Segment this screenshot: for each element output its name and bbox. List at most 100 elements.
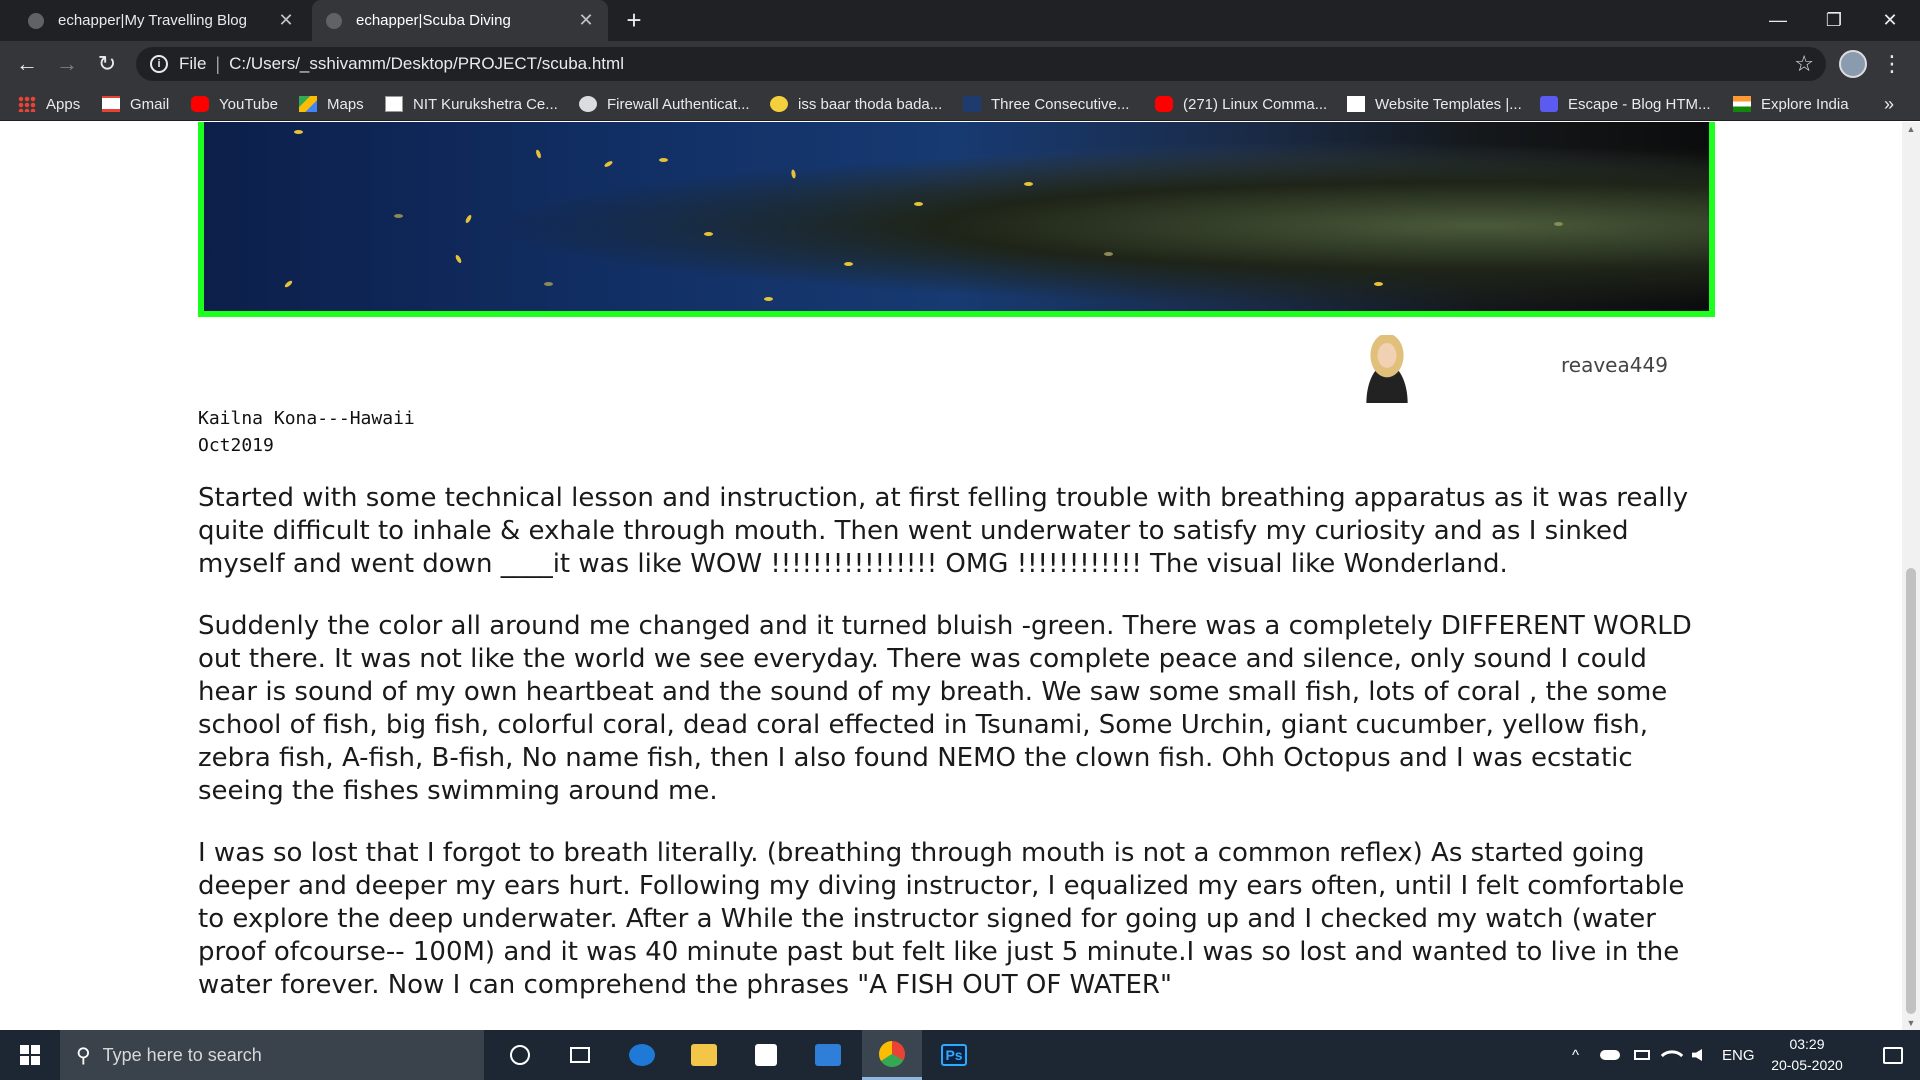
task-view-icon[interactable]: [550, 1030, 610, 1080]
bookmark-nit-kurukshetra[interactable]: NIT Kurukshetra Ce...: [385, 87, 558, 121]
bookmark-iss-baar[interactable]: iss baar thoda bada...: [770, 87, 942, 121]
notification-center-icon[interactable]: [1866, 1030, 1920, 1080]
search-placeholder: Type here to search: [102, 1044, 262, 1065]
bookmark-apps[interactable]: Apps: [18, 87, 80, 121]
fish-shape: [704, 232, 713, 236]
fish-shape: [1554, 222, 1563, 226]
bookmark-firewall[interactable]: Firewall Authenticat...: [579, 87, 750, 121]
bookmark-linux-commands[interactable]: (271) Linux Comma...: [1155, 87, 1327, 121]
bookmark-star-icon[interactable]: ☆: [1794, 51, 1814, 77]
post-date: Oct2019: [198, 435, 274, 456]
battery-icon[interactable]: [1634, 1030, 1650, 1080]
fish-shape: [544, 282, 553, 286]
globe-favicon-icon: [326, 12, 342, 29]
file-explorer-icon[interactable]: [674, 1030, 734, 1080]
post-location: Kailna Kona---Hawaii: [198, 408, 415, 429]
close-tab-icon[interactable]: ✕: [576, 10, 596, 31]
close-window-button[interactable]: ✕: [1862, 0, 1918, 41]
youtube-icon: [1155, 96, 1173, 112]
tab-travelling-blog[interactable]: echapper|My Travelling Blog ✕: [14, 0, 308, 41]
gmail-icon: [102, 96, 120, 112]
info-icon[interactable]: i: [150, 55, 168, 73]
bookmark-gmail[interactable]: Gmail: [102, 87, 169, 121]
search-icon: ⚲: [76, 1044, 91, 1067]
taskbar-search-box[interactable]: ⚲ Type here to search: [60, 1030, 484, 1080]
post-paragraph: Suddenly the color all around me changed…: [198, 611, 1692, 806]
post-paragraph: I was so lost that I forgot to breath li…: [198, 838, 1685, 1000]
post-body: Started with some technical lesson and i…: [198, 482, 1698, 1030]
cortana-icon[interactable]: [490, 1030, 550, 1080]
photoshop-icon[interactable]: Ps: [924, 1030, 984, 1080]
chrome-menu-icon[interactable]: ⋮: [1880, 50, 1904, 78]
edge-icon[interactable]: [612, 1030, 672, 1080]
fish-shape: [603, 160, 614, 168]
fish-shape: [914, 202, 923, 206]
new-tab-button[interactable]: +: [620, 7, 648, 35]
maps-icon: [299, 96, 317, 112]
browser-toolbar: ← → ↻ i File | C:/Users/_sshivamm/Deskto…: [0, 41, 1920, 87]
tab-strip: echapper|My Travelling Blog ✕ echapper|S…: [0, 0, 1920, 41]
restore-button[interactable]: ❐: [1806, 0, 1862, 41]
fish-shape: [454, 254, 463, 264]
post-meta: Kailna Kona---Hawaii Oct2019: [198, 405, 415, 459]
scroll-up-icon[interactable]: ▲: [1902, 122, 1920, 136]
bookmarks-bar: Apps Gmail YouTube Maps NIT Kurukshetra …: [0, 87, 1920, 121]
bookmark-maps[interactable]: Maps: [299, 87, 364, 121]
fish-shape: [844, 262, 853, 266]
fish-shape: [283, 279, 294, 289]
address-bar[interactable]: i File | C:/Users/_sshivamm/Desktop/PROJ…: [136, 47, 1826, 81]
bookmark-three-consecutive[interactable]: Three Consecutive...: [963, 87, 1129, 121]
smiley-icon: [770, 96, 788, 112]
wix-icon: [1347, 96, 1365, 112]
fish-shape: [1104, 252, 1113, 256]
tab-scuba-diving[interactable]: echapper|Scuba Diving ✕: [312, 0, 608, 41]
windows-taskbar: ⚲ Type here to search Ps ^ ENG 03:29 20-…: [0, 1030, 1920, 1080]
tab-title: echapper|My Travelling Blog: [58, 12, 247, 29]
system-clock[interactable]: 03:29 20-05-2020: [1762, 1034, 1852, 1076]
wifi-icon[interactable]: [1660, 1030, 1684, 1080]
author-name: reavea449: [1561, 353, 1668, 377]
scroll-down-icon[interactable]: ▼: [1902, 1016, 1920, 1030]
more-bookmarks-icon[interactable]: »: [1884, 87, 1894, 121]
youtube-icon: [191, 96, 209, 112]
bookmark-youtube[interactable]: YouTube: [191, 87, 278, 121]
windows-logo-icon: [20, 1045, 40, 1065]
store-icon[interactable]: [736, 1030, 796, 1080]
mail-icon[interactable]: [798, 1030, 858, 1080]
clock-date: 20-05-2020: [1771, 1057, 1843, 1073]
nit-icon: [385, 96, 403, 112]
bookmark-escape-blog[interactable]: Escape - Blog HTM...: [1540, 87, 1711, 121]
back-button[interactable]: ←: [11, 48, 43, 80]
fish-shape: [764, 297, 773, 301]
globe-icon: [579, 96, 597, 112]
profile-avatar[interactable]: [1839, 50, 1867, 78]
page-scrollbar[interactable]: ▲ ▼: [1902, 122, 1920, 1030]
language-indicator[interactable]: ENG: [1722, 1030, 1755, 1080]
apps-icon: [18, 96, 36, 112]
bookmark-explore-india[interactable]: Explore India: [1733, 87, 1849, 121]
minimize-button[interactable]: —: [1750, 0, 1806, 41]
author-avatar: [1351, 335, 1423, 403]
fish-shape: [659, 158, 668, 162]
close-tab-icon[interactable]: ✕: [276, 10, 296, 31]
start-button[interactable]: [0, 1030, 60, 1080]
bookmark-website-templates[interactable]: Website Templates |...: [1347, 87, 1522, 121]
scuba-banner-image: [198, 122, 1715, 317]
volume-icon[interactable]: [1692, 1030, 1702, 1080]
scrollbar-thumb[interactable]: [1906, 568, 1916, 1014]
globe-favicon-icon: [28, 12, 44, 29]
fish-shape: [1024, 182, 1033, 186]
india-flag-icon: [1733, 96, 1751, 112]
clock-time: 03:29: [1789, 1036, 1825, 1052]
fish-shape: [1374, 282, 1383, 286]
fish-shape: [535, 149, 542, 159]
tray-chevron-icon[interactable]: ^: [1572, 1030, 1579, 1080]
chrome-icon[interactable]: [862, 1030, 922, 1080]
reload-button[interactable]: ↻: [91, 48, 123, 80]
onedrive-icon[interactable]: [1600, 1030, 1620, 1080]
url-text[interactable]: C:/Users/_sshivamm/Desktop/PROJECT/scuba…: [229, 54, 624, 74]
fish-shape: [790, 169, 797, 179]
page-viewport: reavea449 Kailna Kona---Hawaii Oct2019 St…: [0, 122, 1902, 1030]
forward-button[interactable]: →: [51, 48, 83, 80]
bookmark-icon: [963, 96, 981, 112]
